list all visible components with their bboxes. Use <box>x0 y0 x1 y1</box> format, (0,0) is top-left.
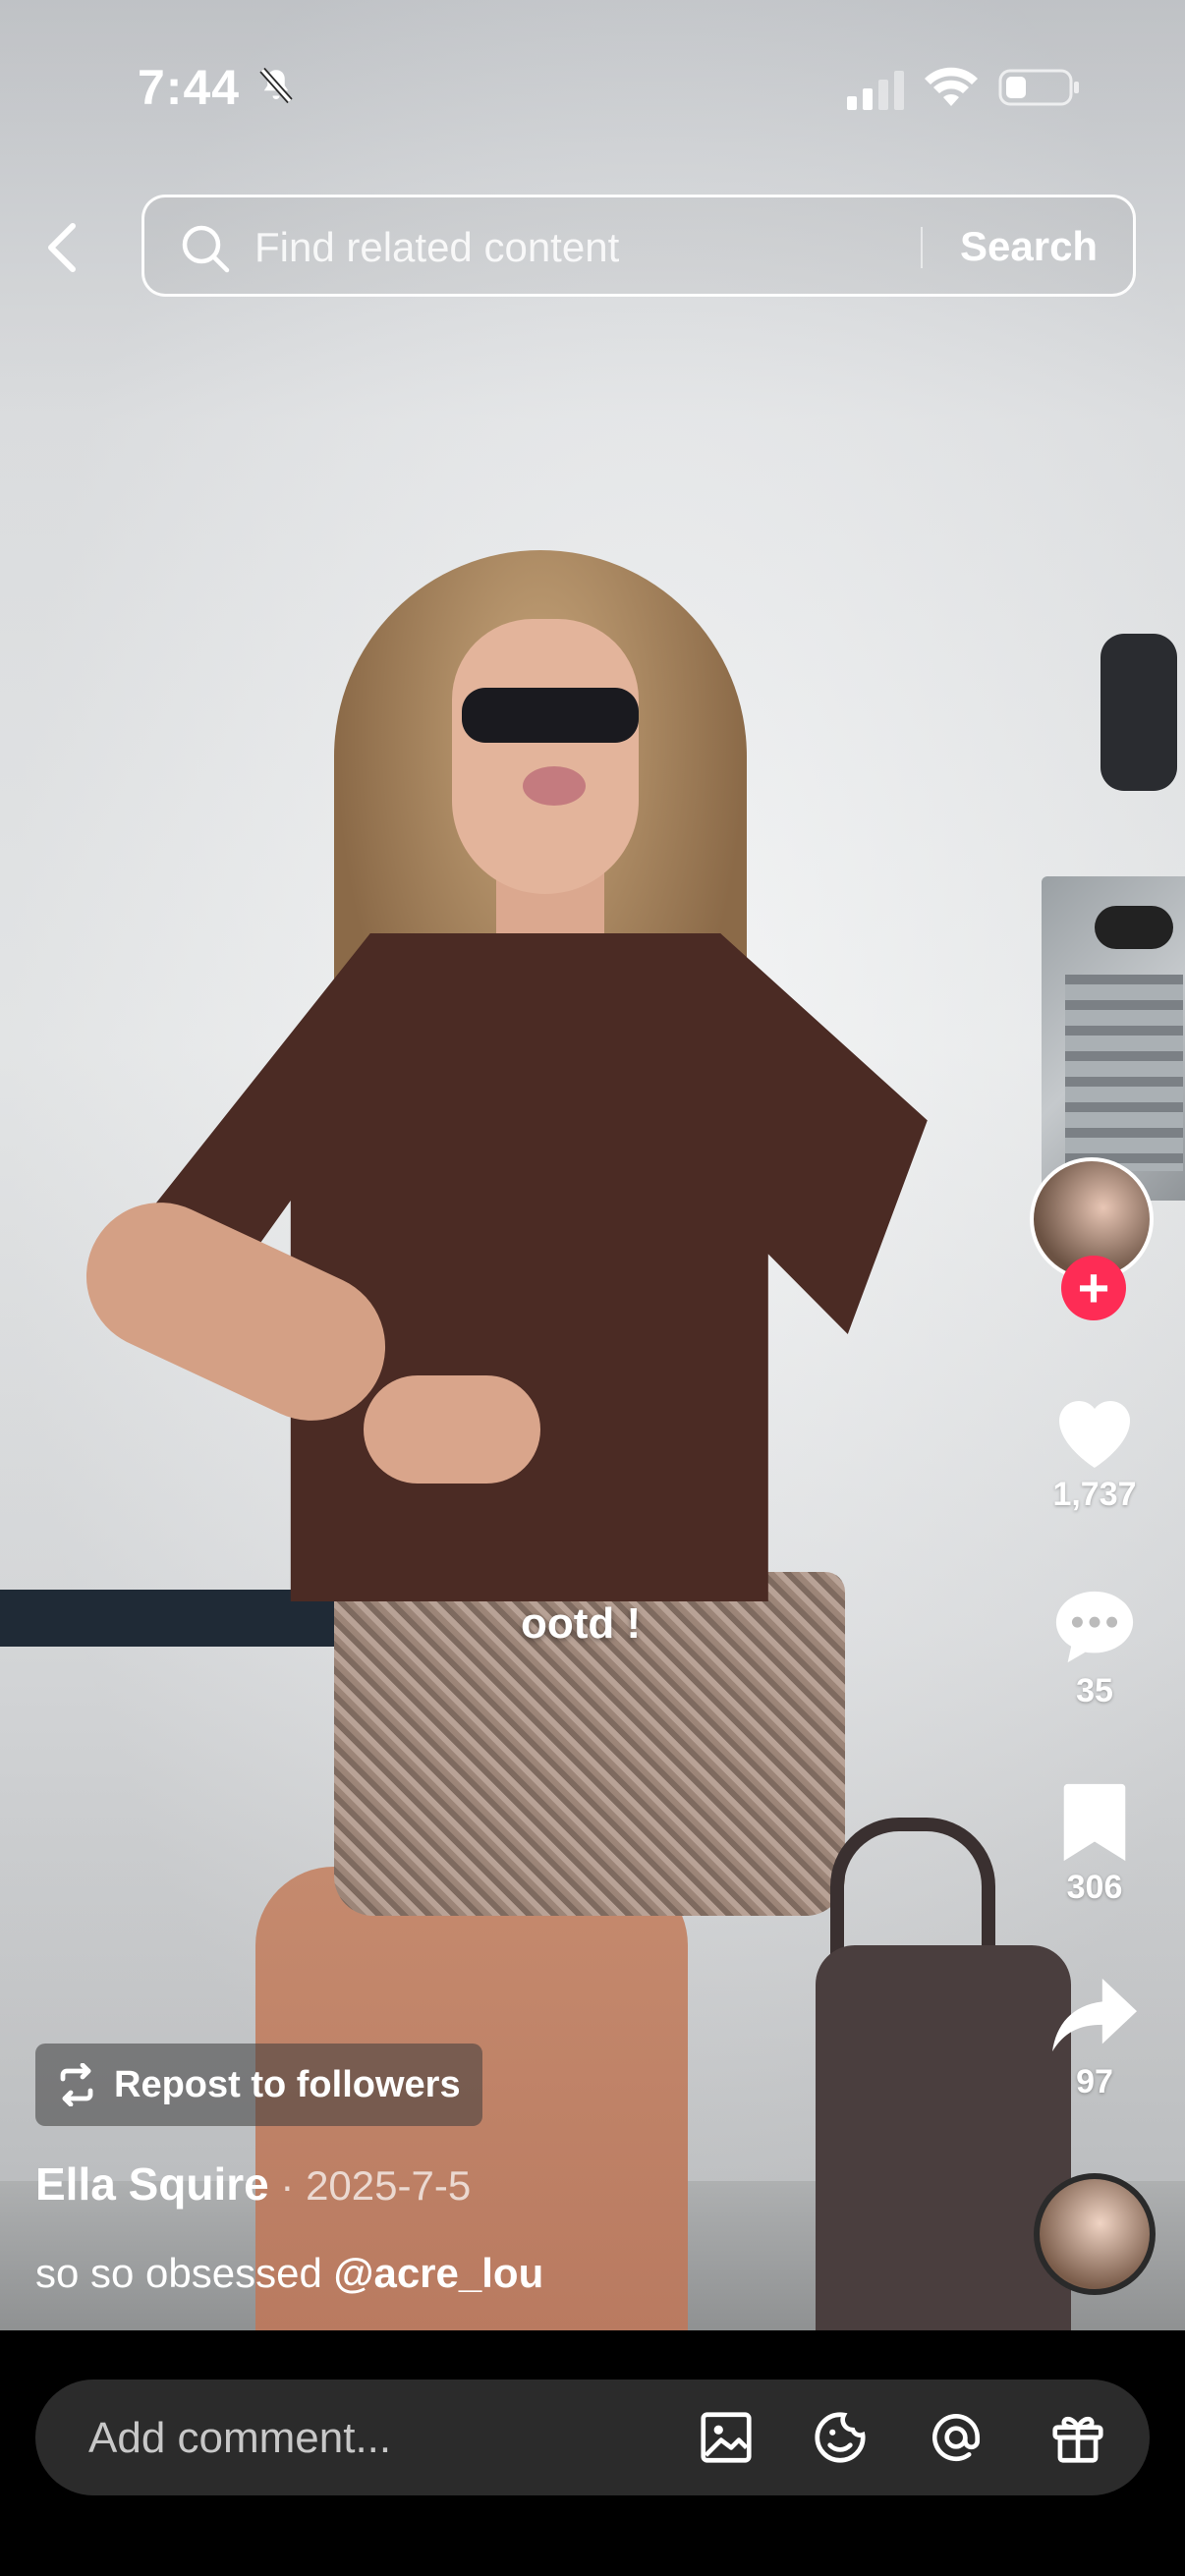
bookmark-icon <box>1063 1783 1126 1862</box>
gift-icon[interactable] <box>1047 2407 1108 2468</box>
share-button[interactable]: 97 <box>1036 1975 1154 2101</box>
comment-bar <box>0 2330 1185 2576</box>
cellular-signal-icon <box>847 71 904 110</box>
date-separator: · <box>268 2162 307 2209</box>
person-lips <box>523 766 586 806</box>
sticker-icon[interactable] <box>810 2407 871 2468</box>
search-bar[interactable]: Search <box>141 195 1136 297</box>
mention-icon[interactable] <box>926 2407 987 2468</box>
repost-button[interactable]: Repost to followers <box>35 2044 482 2126</box>
post-date: 2025-7-5 <box>306 2162 472 2209</box>
battery-icon <box>998 69 1079 106</box>
comment-input[interactable] <box>86 2409 680 2468</box>
repost-icon <box>60 2063 93 2106</box>
sound-disc-avatar[interactable] <box>1034 2173 1156 2295</box>
save-count: 306 <box>1066 1869 1123 1906</box>
search-input[interactable] <box>253 219 1043 276</box>
repost-label: Repost to followers <box>114 2063 461 2105</box>
author-row: Ella Squire · 2025-7-5 <box>35 2157 471 2211</box>
status-time: 7:44 <box>138 60 241 115</box>
handbag <box>816 1945 1071 2330</box>
wifi-icon <box>925 67 978 106</box>
sunglasses <box>462 688 639 743</box>
comment-field-container[interactable] <box>35 2380 1150 2495</box>
author-name[interactable]: Ella Squire <box>35 2158 269 2210</box>
post-description: so so obsessed @acre_lou <box>35 2250 543 2297</box>
like-count: 1,737 <box>1052 1476 1137 1513</box>
back-chevron-icon[interactable] <box>39 218 88 277</box>
heart-icon <box>1059 1401 1130 1468</box>
share-arrow-icon <box>1052 1978 1137 2052</box>
intercom-camera <box>1095 906 1173 949</box>
bell-muted-icon <box>259 67 293 104</box>
share-count: 97 <box>1076 2063 1113 2100</box>
person-hand <box>364 1375 540 1484</box>
wall-lamp <box>1100 634 1177 791</box>
image-icon[interactable] <box>696 2407 757 2468</box>
intercom-buttons <box>1065 975 1183 1171</box>
wall-intercom <box>1042 876 1185 1201</box>
comment-count: 35 <box>1076 1672 1113 1709</box>
status-bar: 7:44 <box>0 59 1185 138</box>
video-player[interactable] <box>0 0 1185 2330</box>
mention-link[interactable]: @acre_lou <box>334 2250 544 2296</box>
video-overlay-text: ootd ! <box>521 1599 642 1648</box>
description-text: so so obsessed <box>35 2250 334 2296</box>
follow-button[interactable]: + <box>1061 1256 1126 1320</box>
comment-button[interactable]: 35 <box>1036 1584 1154 1710</box>
plus-icon: + <box>1077 1257 1110 1318</box>
search-icon <box>182 225 230 273</box>
like-button[interactable]: 1,737 <box>1036 1385 1154 1514</box>
search-divider <box>921 227 923 268</box>
comment-bubble-icon <box>1055 1591 1134 1663</box>
search-button[interactable]: Search <box>960 223 1098 270</box>
person-face <box>452 619 639 894</box>
save-button[interactable]: 306 <box>1036 1780 1154 1907</box>
